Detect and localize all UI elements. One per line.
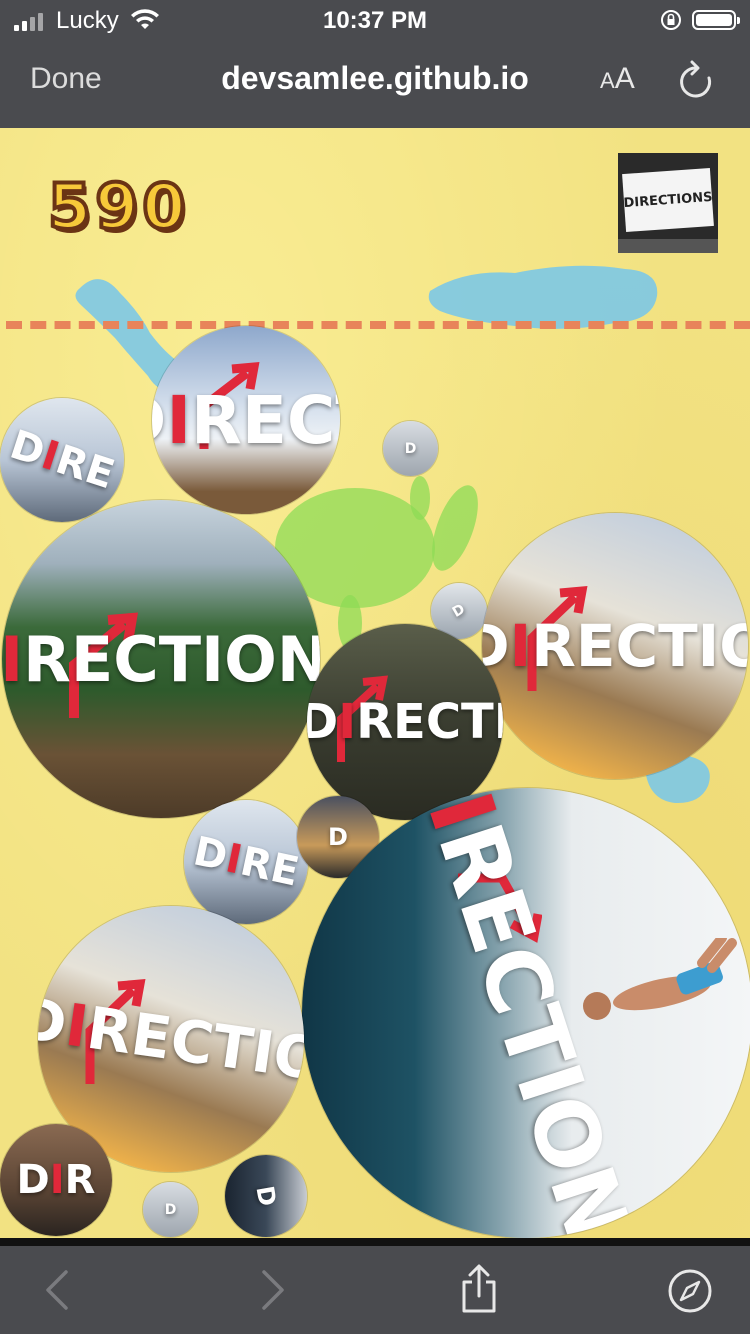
fruit-ball: DIR — [0, 1124, 112, 1236]
next-ball-label: DIRECTIONS — [623, 189, 713, 211]
floor-line — [0, 1238, 750, 1246]
compass-icon[interactable] — [667, 1268, 713, 1314]
browser-nav-bar: Done devsamlee.github.io AA — [0, 40, 750, 128]
text-size-button[interactable]: AA — [600, 62, 635, 96]
url-display[interactable]: devsamlee.github.io — [0, 60, 750, 97]
fruit-ball: D — [143, 1182, 198, 1237]
danger-line — [6, 321, 750, 329]
clock: 10:37 PM — [322, 7, 428, 34]
share-icon[interactable] — [459, 1264, 499, 1314]
battery-icon — [692, 10, 740, 30]
fruit-ball: DIRE — [184, 800, 308, 924]
game-canvas[interactable]: 590 DIRECTIONS DIRECT DIRE D DIRECTIONS … — [0, 128, 750, 1238]
next-ball-preview: DIRECTIONS — [618, 153, 718, 253]
fruit-ball: DIRE — [0, 398, 124, 522]
orientation-lock-icon — [661, 10, 681, 30]
reload-icon[interactable] — [678, 60, 714, 100]
score-display: 590 — [46, 168, 190, 245]
fruit-ball: DIRECTIONS — [2, 500, 320, 818]
fruit-ball: DIRECTIONS — [302, 788, 750, 1238]
forward-chevron-icon[interactable] — [254, 1268, 290, 1312]
fruit-ball: D — [383, 421, 438, 476]
back-chevron-icon[interactable] — [40, 1268, 76, 1312]
fruit-ball: D — [225, 1155, 307, 1237]
diver-figure — [583, 938, 737, 1020]
browser-toolbar — [0, 1246, 750, 1334]
fruit-ball: DIRECTIO — [482, 513, 748, 779]
fruit-ball: DIRECT — [152, 326, 340, 514]
status-bar: Lucky 10:37 PM — [0, 0, 750, 40]
